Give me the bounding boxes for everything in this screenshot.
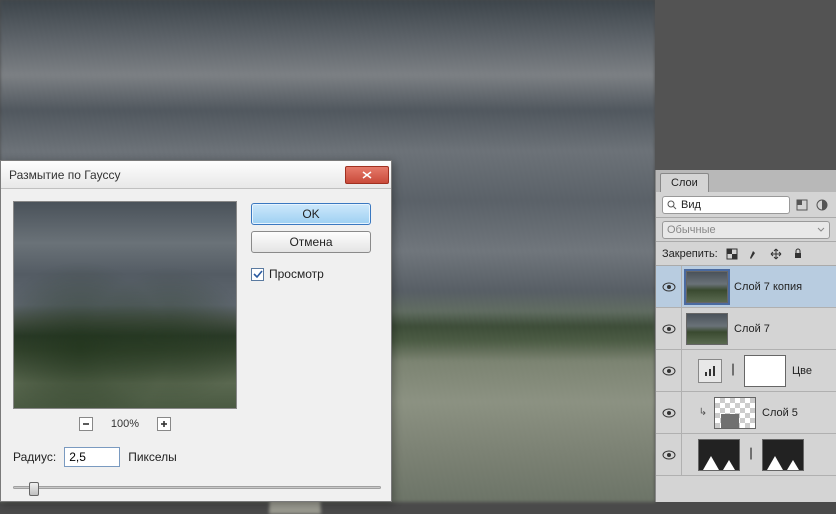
preview-checkbox-label: Просмотр [269, 267, 324, 281]
radius-unit: Пикселы [128, 450, 177, 464]
layer-visibility-toggle[interactable] [656, 266, 682, 307]
layer-visibility-toggle[interactable] [656, 434, 682, 475]
layer-thumbnail[interactable] [698, 439, 740, 471]
layer-row[interactable]: Слой 7 [656, 308, 836, 350]
radius-label: Радиус: [13, 450, 56, 464]
layer-thumbnail[interactable] [714, 397, 756, 429]
chevron-down-icon [817, 227, 825, 233]
radius-slider[interactable] [13, 486, 381, 489]
link-icon: ┃ [746, 449, 756, 460]
cancel-button[interactable]: Отмена [251, 231, 371, 253]
layer-row[interactable]: Слой 7 копия [656, 266, 836, 308]
blur-preview[interactable] [13, 201, 237, 409]
layer-visibility-toggle[interactable] [656, 350, 682, 391]
layers-list: Слой 7 копия Слой 7 ┃ Цве ↳ Сло [656, 266, 836, 502]
layer-name[interactable]: Цве [792, 365, 812, 377]
eye-icon [662, 408, 676, 418]
layers-panel: Слои Вид Обычные Закрепить: [655, 170, 836, 502]
preview-checkbox[interactable] [251, 268, 264, 281]
zoom-level: 100% [111, 418, 139, 430]
lock-position-icon[interactable] [768, 246, 784, 262]
ok-button[interactable]: OK [251, 203, 371, 225]
plus-icon [160, 420, 168, 428]
layer-thumbnail[interactable] [686, 271, 728, 303]
lock-pixels-icon[interactable] [746, 246, 762, 262]
close-icon [362, 171, 372, 179]
eye-icon [662, 450, 676, 460]
dialog-title: Размытие по Гауссу [9, 168, 345, 182]
clip-indicator-icon: ↳ [698, 407, 708, 418]
layer-name[interactable]: Слой 5 [762, 407, 798, 419]
dialog-titlebar[interactable]: Размытие по Гауссу [1, 161, 391, 189]
layer-row[interactable]: ┃ Цве [656, 350, 836, 392]
eye-icon [662, 324, 676, 334]
lock-all-icon[interactable] [790, 246, 806, 262]
layer-name[interactable]: Слой 7 копия [734, 281, 802, 293]
checkmark-icon [253, 269, 263, 279]
layer-row[interactable]: ↳ Слой 5 [656, 392, 836, 434]
filter-pixel-icon[interactable] [794, 197, 810, 213]
adjustment-layer-icon[interactable] [698, 359, 722, 383]
panel-tabs: Слои [656, 170, 836, 192]
zoom-out-button[interactable] [79, 417, 93, 431]
close-button[interactable] [345, 166, 389, 184]
app-background [655, 0, 836, 170]
filter-adjustment-icon[interactable] [814, 197, 830, 213]
gaussian-blur-dialog: Размытие по Гауссу 100% OK Отмена [0, 160, 392, 502]
slider-thumb[interactable] [29, 482, 39, 496]
levels-icon [703, 364, 717, 378]
search-icon [667, 200, 677, 210]
layer-visibility-toggle[interactable] [656, 308, 682, 349]
layer-name[interactable]: Слой 7 [734, 323, 770, 335]
layer-filter-kind[interactable]: Вид [662, 196, 790, 214]
layer-thumbnail[interactable] [686, 313, 728, 345]
tab-layers[interactable]: Слои [660, 173, 709, 192]
zoom-in-button[interactable] [157, 417, 171, 431]
eye-icon [662, 366, 676, 376]
blend-mode-select[interactable]: Обычные [662, 221, 830, 239]
blend-mode-value: Обычные [667, 224, 716, 236]
layer-mask-thumbnail[interactable] [744, 355, 786, 387]
lock-label: Закрепить: [662, 248, 718, 260]
kind-label: Вид [681, 199, 701, 211]
layer-mask-thumbnail[interactable] [762, 439, 804, 471]
radius-input[interactable] [64, 447, 120, 467]
layer-row[interactable]: ┃ [656, 434, 836, 476]
eye-icon [662, 282, 676, 292]
lock-transparency-icon[interactable] [724, 246, 740, 262]
layer-visibility-toggle[interactable] [656, 392, 682, 433]
minus-icon [82, 420, 90, 428]
link-icon: ┃ [728, 365, 738, 376]
